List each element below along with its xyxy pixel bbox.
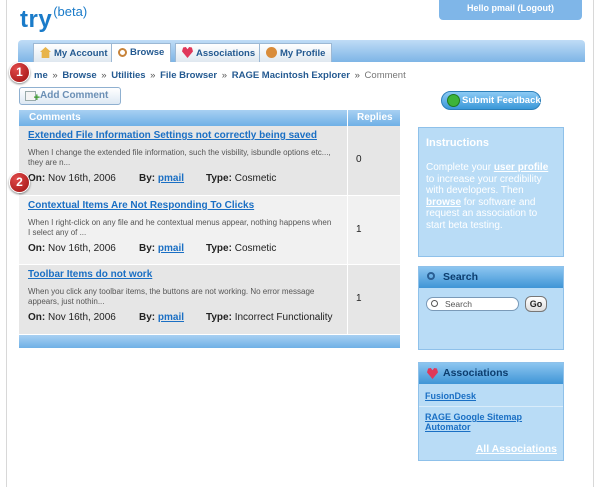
comment-meta: On: Nov 16th, 2006 By: pmail Type: Cosme… xyxy=(28,173,277,184)
search-icon xyxy=(427,272,435,280)
reply-count: 1 xyxy=(356,293,362,304)
add-comment-button[interactable]: Add Comment xyxy=(19,87,121,106)
logo-beta: (beta) xyxy=(53,4,88,19)
comment-author-link[interactable]: pmail xyxy=(158,312,184,323)
bug-icon xyxy=(448,95,459,106)
reply-count: 0 xyxy=(356,154,362,165)
user-profile-link[interactable]: user profile xyxy=(494,162,548,173)
instructions-heading: Instructions xyxy=(426,137,489,149)
tab-browse[interactable]: Browse xyxy=(111,43,172,62)
search-header: Search xyxy=(419,267,563,288)
table-row: Contextual Items Are Not Responding To C… xyxy=(19,196,400,265)
profile-icon xyxy=(266,47,277,58)
comments-table: Comments Replies Extended File Informati… xyxy=(19,110,400,348)
breadcrumb-file-browser[interactable]: File Browser xyxy=(160,70,217,81)
heart-icon xyxy=(182,47,193,58)
instructions-panel: Instructions Complete your user profile … xyxy=(418,127,564,257)
table-footer xyxy=(19,335,400,348)
breadcrumb-home[interactable]: me xyxy=(34,70,48,81)
comment-author-link[interactable]: pmail xyxy=(158,243,184,254)
search-field-icon xyxy=(431,300,438,307)
logo[interactable]: try(beta) xyxy=(20,4,88,34)
comment-meta: On: Nov 16th, 2006 By: pmail Type: Incor… xyxy=(28,312,333,323)
comment-excerpt: When you click any toolbar items, the bu… xyxy=(28,287,315,306)
associations-header: Associations xyxy=(419,363,563,384)
tab-associations[interactable]: Associations xyxy=(175,43,263,62)
comment-date: Nov 16th, 2006 xyxy=(48,243,116,254)
table-row: Extended File Information Settings not c… xyxy=(19,126,400,196)
heart-icon xyxy=(427,368,438,379)
callout-badge-1: 1 xyxy=(9,62,30,83)
associations-panel: Associations FusionDesk RAGE Google Site… xyxy=(418,362,564,461)
breadcrumb: me » Browse » Utilities » File Browser »… xyxy=(34,70,406,81)
add-comment-label: Add Comment xyxy=(40,90,109,101)
submit-feedback-label: Submit Feedback xyxy=(462,95,541,106)
instructions-text: Complete your user profile to increase y… xyxy=(426,162,549,231)
comment-date: Nov 16th, 2006 xyxy=(48,312,116,323)
home-icon xyxy=(40,47,51,58)
comment-excerpt: When I change the extended file informat… xyxy=(28,148,331,167)
add-comment-icon xyxy=(25,90,40,106)
search-heading: Search xyxy=(443,271,479,283)
comment-title-link[interactable]: Contextual Items Are Not Responding To C… xyxy=(28,200,254,211)
comment-title-link[interactable]: Extended File Information Settings not c… xyxy=(28,130,317,141)
hello-logout-link[interactable]: Hello pmail (Logout) xyxy=(439,0,582,20)
header-replies: Replies xyxy=(357,112,393,123)
search-panel: Search Search Go xyxy=(418,266,564,350)
associations-heading: Associations xyxy=(443,367,509,379)
search-go-button[interactable]: Go xyxy=(525,296,547,312)
comment-title-link[interactable]: Toolbar Items do not work xyxy=(28,269,152,280)
association-link[interactable]: RAGE Google Sitemap Automator xyxy=(425,412,563,432)
magnifier-icon xyxy=(118,48,127,57)
tab-label: My Profile xyxy=(280,48,326,59)
comment-date: Nov 16th, 2006 xyxy=(48,173,116,184)
all-associations-link[interactable]: All Associations xyxy=(476,443,557,455)
breadcrumb-product[interactable]: RAGE Macintosh Explorer xyxy=(232,70,350,81)
reply-count: 1 xyxy=(356,224,362,235)
association-link[interactable]: FusionDesk xyxy=(425,391,563,401)
table-row: Toolbar Items do not work When you click… xyxy=(19,265,400,335)
header-comments: Comments xyxy=(29,112,81,123)
comment-type: Incorrect Functionality xyxy=(234,312,333,323)
comment-type: Cosmetic xyxy=(234,173,277,184)
tab-label: My Account xyxy=(54,48,108,59)
breadcrumb-current: Comment xyxy=(364,70,406,81)
comment-meta: On: Nov 16th, 2006 By: pmail Type: Cosme… xyxy=(28,243,277,254)
tab-my-account[interactable]: My Account xyxy=(33,43,115,62)
search-input[interactable]: Search xyxy=(426,297,519,311)
table-header: Comments Replies xyxy=(19,110,400,126)
callout-badge-2: 2 xyxy=(9,172,30,193)
comment-type: Cosmetic xyxy=(234,243,277,254)
tab-label: Browse xyxy=(130,47,165,58)
logo-text: try xyxy=(20,6,53,33)
comment-excerpt: When I right-click on any file and he co… xyxy=(28,218,332,237)
tab-label: Associations xyxy=(196,48,256,59)
tab-my-profile[interactable]: My Profile xyxy=(259,43,333,62)
comment-author-link[interactable]: pmail xyxy=(158,173,184,184)
breadcrumb-browse[interactable]: Browse xyxy=(62,70,96,81)
submit-feedback-button[interactable]: Submit Feedback xyxy=(441,91,541,110)
search-placeholder: Search xyxy=(445,299,472,309)
breadcrumb-utilities[interactable]: Utilities xyxy=(111,70,145,81)
browse-link[interactable]: browse xyxy=(426,197,461,208)
